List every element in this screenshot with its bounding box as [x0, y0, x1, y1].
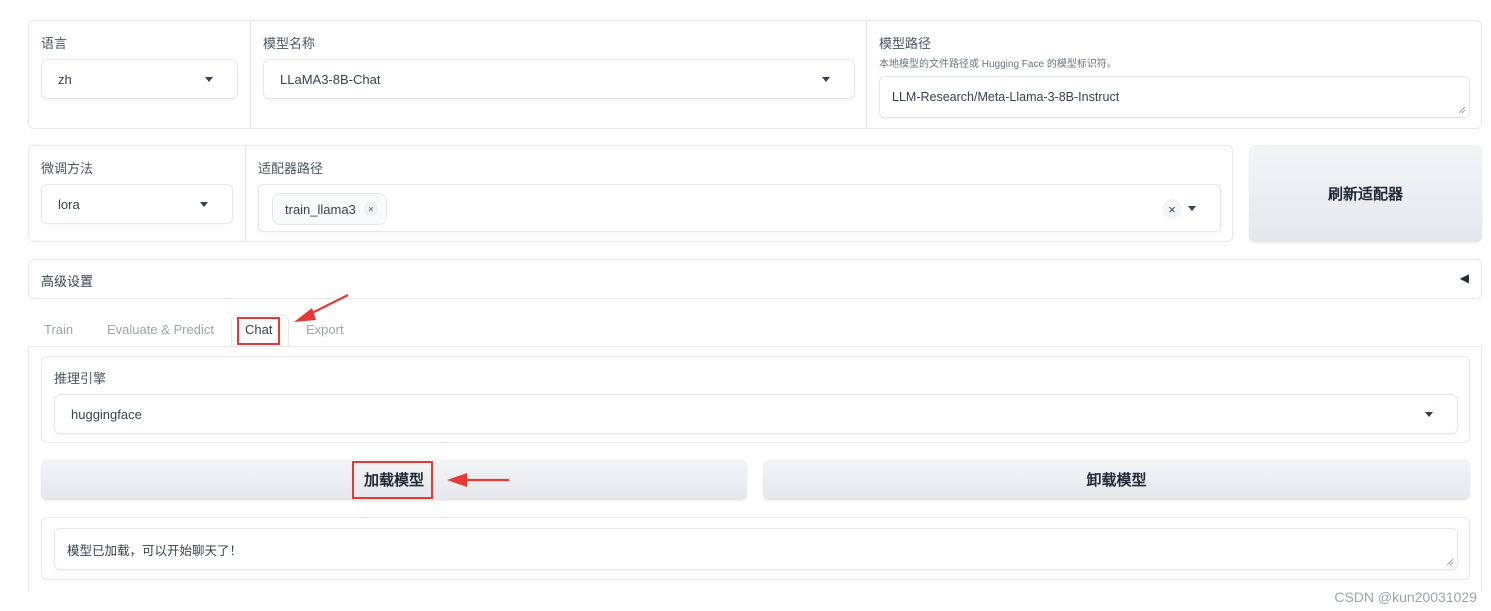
model-path-value: LLM-Research/Meta-Llama-3-8B-Instruct: [892, 90, 1120, 104]
chevron-down-icon: [205, 77, 213, 82]
chevron-down-icon: [200, 202, 208, 207]
model-name-cell: 模型名称 LLaMA3-8B-Chat: [250, 21, 866, 128]
adapter-multiselect[interactable]: train_llama3 × ×: [258, 184, 1221, 232]
model-path-input[interactable]: LLM-Research/Meta-Llama-3-8B-Instruct: [879, 76, 1470, 118]
model-path-cell: 模型路径 本地模型的文件路径或 Hugging Face 的模型标识符。 LLM…: [866, 21, 1481, 128]
adapter-settings-row: 微调方法 lora 适配器路径 train_llama3 × ×: [28, 145, 1233, 242]
finetune-value: lora: [58, 196, 80, 212]
collapse-toggle-icon[interactable]: ◀: [1460, 271, 1469, 285]
finetune-dropdown[interactable]: lora: [41, 184, 233, 224]
chevron-down-icon: [1425, 412, 1433, 417]
status-text: 模型已加载，可以开始聊天了！: [67, 543, 243, 558]
advanced-settings-label: 高级设置: [41, 274, 94, 289]
inference-engine-dropdown[interactable]: huggingface: [54, 394, 1458, 434]
annotation-box-chat-tab: [237, 317, 280, 345]
inference-engine-value: huggingface: [71, 406, 142, 422]
clear-icon[interactable]: ×: [1162, 199, 1182, 219]
model-name-label: 模型名称: [263, 36, 316, 51]
resize-handle-icon[interactable]: [1458, 106, 1466, 114]
chevron-down-icon: [822, 77, 830, 82]
model-path-hint: 本地模型的文件路径或 Hugging Face 的模型标识符。: [879, 59, 1117, 70]
annotation-arrow-icon: [447, 473, 509, 487]
tab-evaluate-predict[interactable]: Evaluate & Predict: [107, 322, 214, 337]
tab-export[interactable]: Export: [306, 322, 344, 337]
finetune-label: 微调方法: [41, 161, 94, 176]
status-block: 模型已加载，可以开始聊天了！: [41, 517, 1470, 580]
watermark: CSDN @kun20031029: [1334, 589, 1477, 605]
advanced-settings-accordion[interactable]: 高级设置 ◀: [28, 259, 1482, 299]
language-dropdown[interactable]: zh: [41, 59, 238, 99]
unload-model-label: 卸载模型: [1086, 472, 1147, 489]
refresh-adapter-button[interactable]: 刷新适配器: [1249, 145, 1482, 242]
chip-remove-icon[interactable]: ×: [363, 202, 378, 216]
status-output[interactable]: 模型已加载，可以开始聊天了！: [54, 528, 1458, 570]
adapter-chip: train_llama3 ×: [272, 193, 387, 225]
model-settings-row: 语言 zh 模型名称 LLaMA3-8B-Chat 模型路径 本地模型的文件路径…: [28, 20, 1482, 129]
tab-train[interactable]: Train: [44, 322, 73, 337]
inference-engine-block: 推理引擎 huggingface: [41, 356, 1470, 443]
model-name-dropdown[interactable]: LLaMA3-8B-Chat: [263, 59, 855, 99]
adapter-cell: 适配器路径 train_llama3 × ×: [245, 146, 1232, 241]
resize-handle-icon[interactable]: [1446, 558, 1454, 566]
language-label: 语言: [41, 36, 68, 51]
adapter-label: 适配器路径: [258, 161, 324, 176]
adapter-chip-label: train_llama3: [285, 201, 356, 217]
annotation-box-load-button: [352, 461, 433, 499]
model-path-label: 模型路径: [879, 36, 932, 51]
language-value: zh: [58, 71, 72, 87]
unload-model-button[interactable]: 卸载模型: [763, 459, 1470, 500]
model-name-value: LLaMA3-8B-Chat: [280, 71, 381, 87]
language-cell: 语言 zh: [29, 21, 250, 128]
chevron-down-icon: [1188, 206, 1196, 211]
finetune-cell: 微调方法 lora: [29, 146, 245, 241]
inference-engine-label: 推理引擎: [54, 371, 107, 386]
annotation-arrow-icon: [294, 294, 349, 322]
